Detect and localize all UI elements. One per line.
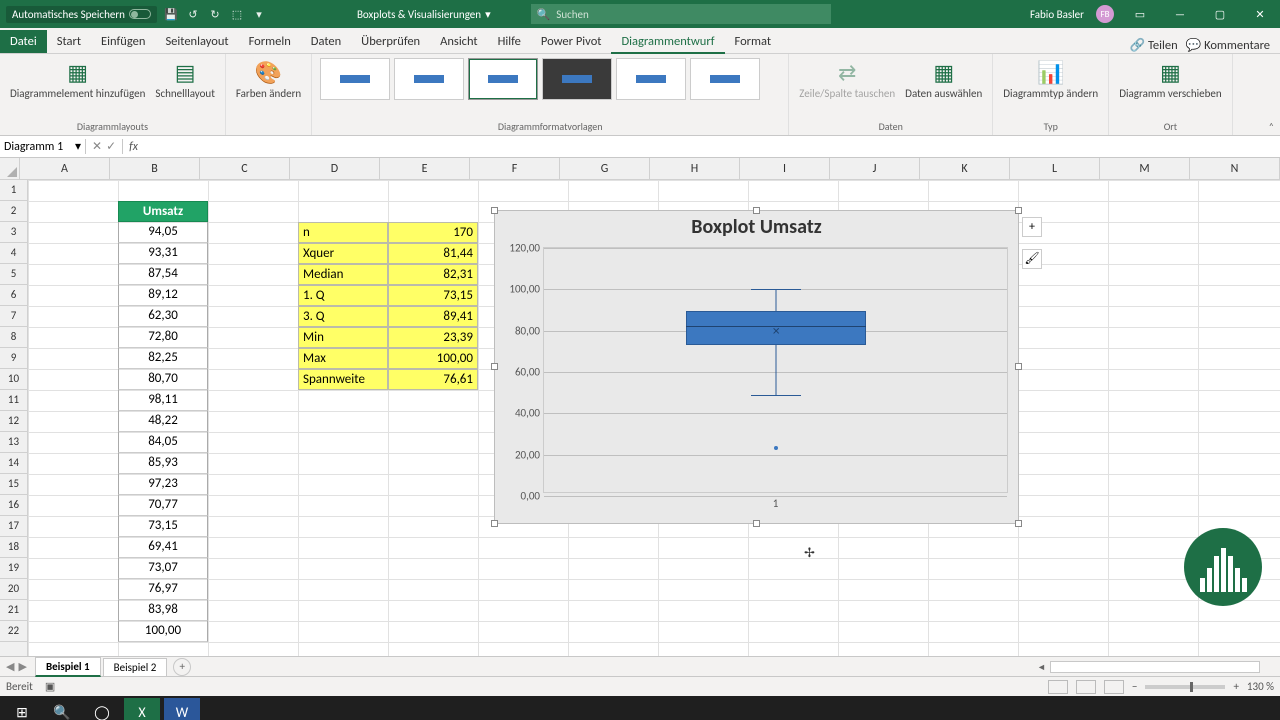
more-icon[interactable]: ▾ — [251, 8, 267, 21]
sheet-tab-1[interactable]: Beispiel 1 — [35, 657, 101, 677]
enter-formula-icon[interactable]: ✓ — [106, 139, 116, 154]
change-chart-type-button[interactable]: 📊Diagrammtyp ändern — [1001, 58, 1100, 102]
formula-bar: Diagramm 1▾ ✕ ✓ fx — [0, 136, 1280, 158]
add-sheet-button[interactable]: + — [173, 658, 191, 676]
fx-icon[interactable]: fx — [123, 140, 144, 154]
share-button[interactable]: 🔗 Teilen — [1130, 38, 1178, 53]
tab-datei[interactable]: Datei — [0, 30, 47, 53]
sheet-tab-bar: ◀ ▶ Beispiel 1 Beispiel 2 + — [0, 656, 1280, 676]
start-button[interactable]: ⊞ — [4, 698, 40, 720]
zoom-in-button[interactable]: + — [1233, 680, 1238, 693]
quick-layout-button[interactable]: ▤Schnelllayout — [153, 58, 217, 102]
windows-taskbar: ⊞ 🔍 ◯ X W — [0, 696, 1280, 720]
layout-icon: ▤ — [175, 60, 196, 86]
tab-start[interactable]: Start — [47, 30, 91, 53]
watermark-logo — [1184, 528, 1262, 606]
tab-ueberpruefen[interactable]: Überprüfen — [351, 30, 430, 53]
zoom-slider[interactable] — [1145, 685, 1225, 689]
palette-icon: 🎨 — [255, 60, 282, 86]
autosave-label: Automatisches Speichern — [12, 8, 125, 21]
tab-seitenlayout[interactable]: Seitenlayout — [155, 30, 238, 53]
sheet-tab-2[interactable]: Beispiel 2 — [103, 658, 168, 676]
column-headers[interactable]: ABCDEFGHIJKLMN — [20, 158, 1280, 180]
status-ready: Bereit — [6, 680, 33, 693]
chart-title[interactable]: Boxplot Umsatz — [495, 215, 1018, 239]
search-box[interactable]: 🔍 Suchen — [531, 4, 831, 24]
tab-formeln[interactable]: Formeln — [239, 30, 301, 53]
normal-view-button[interactable] — [1048, 680, 1068, 694]
save-icon[interactable]: 💾 — [163, 8, 179, 21]
change-colors-button[interactable]: 🎨Farben ändern — [234, 58, 303, 102]
obs-icon[interactable]: ◯ — [84, 698, 120, 720]
group-label: Diagrammlayouts — [77, 120, 148, 133]
collapse-ribbon-icon[interactable]: ˄ — [1269, 120, 1274, 133]
autosave-toggle[interactable]: Automatisches Speichern — [6, 6, 157, 23]
word-taskbar-icon[interactable]: W — [164, 698, 200, 720]
move-icon: ▦ — [1160, 60, 1181, 86]
select-all-corner[interactable] — [0, 158, 20, 180]
macro-record-icon[interactable]: ▣ — [45, 680, 55, 693]
user-name[interactable]: Fabio Basler — [1030, 8, 1084, 21]
switch-icon: ⇄ — [838, 60, 856, 86]
name-box[interactable]: Diagramm 1▾ — [0, 139, 86, 154]
chart-type-icon: 📊 — [1037, 60, 1064, 86]
tab-powerpivot[interactable]: Power Pivot — [531, 30, 612, 53]
select-data-icon: ▦ — [933, 60, 954, 86]
status-bar: Bereit ▣ − + 130 % — [0, 676, 1280, 696]
zoom-out-button[interactable]: − — [1132, 680, 1137, 693]
tab-ansicht[interactable]: Ansicht — [430, 30, 487, 53]
menu-tabs: Datei Start Einfügen Seitenlayout Formel… — [0, 28, 1280, 54]
redo-icon[interactable]: ↻ — [207, 8, 223, 21]
minimize-icon[interactable]: — — [1166, 8, 1194, 21]
select-data-button[interactable]: ▦Daten auswählen — [903, 58, 984, 102]
chart-element-icon: ▦ — [67, 60, 88, 86]
tab-diagrammentwurf[interactable]: Diagrammentwurf — [611, 30, 724, 54]
touch-icon[interactable]: ⬚ — [229, 8, 245, 21]
title-bar: Automatisches Speichern 💾 ↺ ↻ ⬚ ▾ Boxplo… — [0, 0, 1280, 28]
chart-elements-button[interactable]: + — [1022, 217, 1042, 237]
chart-styles-button[interactable]: 🖌 — [1022, 249, 1042, 269]
cell-cursor-icon: ✢ — [804, 546, 815, 561]
tab-hilfe[interactable]: Hilfe — [488, 30, 531, 53]
chart-object[interactable]: Boxplot Umsatz 0,0020,0040,0060,0080,001… — [494, 210, 1019, 524]
maximize-icon[interactable]: ▢ — [1206, 8, 1234, 21]
chart-styles-gallery[interactable] — [320, 58, 780, 100]
page-layout-view-button[interactable] — [1076, 680, 1096, 694]
move-chart-button[interactable]: ▦Diagramm verschieben — [1117, 58, 1223, 102]
tab-format[interactable]: Format — [725, 30, 782, 53]
sheet-nav-prev-icon[interactable]: ◀ — [6, 660, 14, 673]
document-title[interactable]: Boxplots & Visualisierungen▾ — [357, 8, 491, 21]
group-label: Ort — [1164, 120, 1177, 133]
toggle-off-icon — [129, 9, 151, 19]
group-label: Daten — [879, 120, 903, 133]
group-label: Diagrammformatvorlagen — [498, 120, 603, 133]
row-headers[interactable]: 12345678910111213141516171819202122 — [0, 180, 28, 656]
ribbon-mode-icon[interactable]: ▭ — [1126, 8, 1154, 21]
search-taskbar-icon[interactable]: 🔍 — [44, 698, 80, 720]
group-label: Typ — [1044, 120, 1058, 133]
search-placeholder: Suchen — [556, 8, 589, 21]
comments-button[interactable]: 💬 Kommentare — [1186, 38, 1270, 53]
page-break-view-button[interactable] — [1104, 680, 1124, 694]
zoom-level[interactable]: 130 % — [1247, 680, 1274, 693]
worksheet-grid[interactable]: 12345678910111213141516171819202122 Boxp… — [0, 180, 1280, 656]
search-icon: 🔍 — [537, 8, 551, 21]
plot-area[interactable]: 0,0020,0040,0060,0080,00100,00120,001✕ — [543, 247, 1008, 493]
excel-taskbar-icon[interactable]: X — [124, 698, 160, 720]
tab-einfuegen[interactable]: Einfügen — [91, 30, 155, 53]
ribbon: ▦Diagrammelement hinzufügen ▤Schnelllayo… — [0, 54, 1280, 136]
add-chart-element-button[interactable]: ▦Diagrammelement hinzufügen — [8, 58, 147, 102]
sheet-nav-next-icon[interactable]: ▶ — [18, 660, 26, 673]
cancel-formula-icon[interactable]: ✕ — [92, 139, 102, 154]
switch-row-col-button: ⇄Zeile/Spalte tauschen — [797, 58, 897, 102]
avatar[interactable]: FB — [1096, 5, 1114, 23]
horizontal-scrollbar[interactable] — [1050, 661, 1260, 673]
close-icon[interactable]: ✕ — [1246, 8, 1274, 21]
undo-icon[interactable]: ↺ — [185, 8, 201, 21]
tab-daten[interactable]: Daten — [301, 30, 351, 53]
